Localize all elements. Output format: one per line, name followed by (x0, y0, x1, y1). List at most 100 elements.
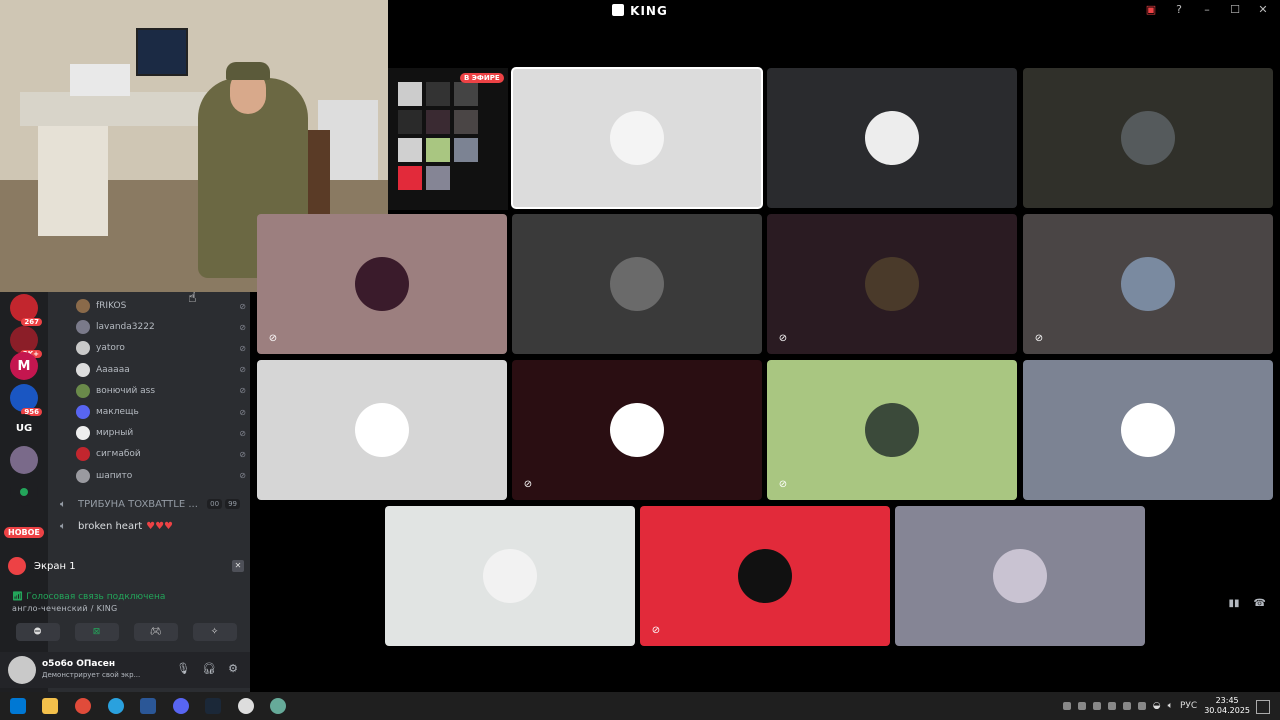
microphone-icon[interactable]: 🎙︎ (176, 662, 190, 675)
app-icon[interactable] (270, 698, 286, 714)
tray-icon[interactable] (1092, 702, 1101, 710)
activities-button[interactable]: 🎮︎ (133, 623, 178, 641)
voice-channel-name: broken heart (78, 520, 143, 532)
screen-share-icon[interactable]: ▣ (1144, 3, 1158, 17)
windows-start-icon[interactable] (10, 698, 26, 714)
user-status: Демонстрирует свой экр... (42, 671, 141, 679)
voice-controls: ▮▮ ☎ (1229, 598, 1266, 609)
avatar (610, 257, 664, 311)
disconnect-icon[interactable]: ☎ (1254, 598, 1266, 609)
server-icon[interactable] (10, 446, 38, 474)
tray-icon[interactable] (1077, 702, 1086, 710)
maximize-button[interactable]: ☐ (1228, 3, 1242, 17)
camera-button[interactable]: ⛔︎ (15, 623, 60, 641)
participant-tile[interactable] (512, 214, 762, 354)
voice-channel[interactable]: 🔈︎ ТРИБУНА TOXBATTLE ... 00 99 (60, 495, 240, 513)
member-name: yatoro (96, 343, 125, 354)
screen-share-button[interactable]: ⊠ (74, 623, 119, 641)
muted-icon: ⊘ (239, 428, 246, 438)
muted-icon: ⊘ (239, 365, 246, 375)
user-panel: о5о6о ОПасен Демонстрирует свой экр... 🎙… (0, 652, 250, 688)
live-badge: В ЭФИРЕ (460, 73, 504, 83)
muted-icon: ⊘ (239, 386, 246, 396)
discord-icon[interactable] (173, 698, 189, 714)
steam-icon[interactable] (205, 698, 221, 714)
window-app-icon[interactable] (140, 698, 156, 714)
soundboard-button[interactable]: ✧ (192, 623, 237, 641)
voice-channel-path[interactable]: англо-чеченский / KING (12, 604, 118, 613)
participant-tile[interactable] (257, 360, 507, 500)
server-icon[interactable]: UG (10, 414, 38, 442)
participant-tile[interactable] (767, 68, 1017, 208)
avatar (865, 111, 919, 165)
participant-tile[interactable]: ⊘ (767, 214, 1017, 354)
member-name: вонючий ass (96, 385, 156, 396)
stream-preview[interactable] (388, 68, 508, 210)
avatar (1121, 111, 1175, 165)
server-icon[interactable]: M (10, 352, 38, 380)
avatar (1121, 257, 1175, 311)
obs-icon[interactable] (238, 698, 254, 714)
preview-cell (426, 138, 450, 162)
webcam-desk-drawer (38, 126, 108, 236)
server-icon[interactable]: 267 (10, 294, 42, 326)
tray-icon[interactable] (1137, 702, 1146, 710)
tray-icon[interactable] (1062, 702, 1071, 710)
help-icon[interactable]: ? (1172, 3, 1186, 17)
tray-icon[interactable] (1107, 702, 1116, 710)
server-icon[interactable] (10, 478, 38, 506)
voice-status[interactable]: 📶︎ Голосовая связь подключена (12, 592, 165, 602)
network-icon[interactable]: ◒ (1153, 701, 1161, 711)
participant-tile[interactable]: ⊘ (512, 360, 762, 500)
muted-mic-icon: ⊘ (1034, 333, 1044, 344)
member-row[interactable]: вонючий ass ⊘ (76, 381, 246, 401)
participant-tile[interactable] (1023, 68, 1273, 208)
participant-tile[interactable]: ⊘ (257, 214, 507, 354)
voice-channel[interactable]: 🔈︎ broken heart ♥♥♥ (60, 517, 240, 535)
file-explorer-icon[interactable] (42, 698, 58, 714)
participant-tile[interactable] (385, 506, 635, 646)
member-row[interactable]: маклещь ⊘ (76, 402, 246, 422)
preview-cell (398, 138, 422, 162)
headphones-icon[interactable]: 🎧︎ (202, 662, 216, 675)
minimize-button[interactable]: – (1200, 3, 1214, 17)
speaker-icon: 🔈︎ (60, 498, 66, 510)
screen-share-row[interactable]: Экран 1 ✕ (8, 554, 244, 578)
avatar (483, 549, 537, 603)
close-stream-icon[interactable]: ✕ (232, 560, 244, 572)
gear-icon[interactable]: ⚙ (228, 662, 238, 675)
preview-cell (398, 110, 422, 134)
noise-suppression-icon[interactable]: ▮▮ (1229, 598, 1240, 609)
chrome-icon[interactable] (75, 698, 91, 714)
member-row[interactable]: yatoro ⊘ (76, 338, 246, 358)
member-row[interactable]: Аааааа ⊘ (76, 360, 246, 380)
volume-icon[interactable]: 🔈︎ (1168, 701, 1173, 711)
member-row[interactable]: fRIKOS ⊘ (76, 296, 246, 316)
participant-tile[interactable] (511, 67, 763, 209)
avatar (76, 320, 90, 335)
avatar[interactable] (8, 656, 36, 684)
participant-tile[interactable] (1023, 360, 1273, 500)
voice-channel-name: ТРИБУНА TOXBATTLE ... (78, 498, 198, 510)
participant-tile[interactable] (895, 506, 1145, 646)
server-icon[interactable]: 956 (10, 384, 42, 416)
tray-icon[interactable] (1122, 702, 1131, 710)
member-row[interactable]: сигмабой ⊘ (76, 444, 246, 464)
notifications-icon[interactable] (1256, 700, 1270, 714)
clock[interactable]: 23:45 30.04.2025 (1204, 696, 1250, 716)
member-row[interactable]: lavanda3222 ⊘ (76, 317, 246, 337)
member-row[interactable]: шапито ⊘ (76, 466, 246, 486)
telegram-icon[interactable] (108, 698, 124, 714)
taskbar: ◒ 🔈︎ РУС 23:45 30.04.2025 (0, 692, 1280, 720)
language-indicator[interactable]: РУС (1180, 701, 1197, 711)
muted-icon: ⊘ (239, 301, 246, 311)
member-name: маклещь (96, 407, 139, 417)
member-row[interactable]: мирный ⊘ (76, 423, 246, 443)
participant-tile[interactable]: ⊘ (1023, 214, 1273, 354)
user-controls: 🎙︎ 🎧︎ ⚙ (176, 662, 238, 675)
participant-tile[interactable]: ⊘ (767, 360, 1017, 500)
server-icon[interactable]: 2K+ (10, 326, 42, 358)
close-button[interactable]: ✕ (1256, 3, 1270, 17)
muted-icon: ⊘ (239, 407, 246, 417)
participant-tile[interactable]: ⊘ (640, 506, 890, 646)
